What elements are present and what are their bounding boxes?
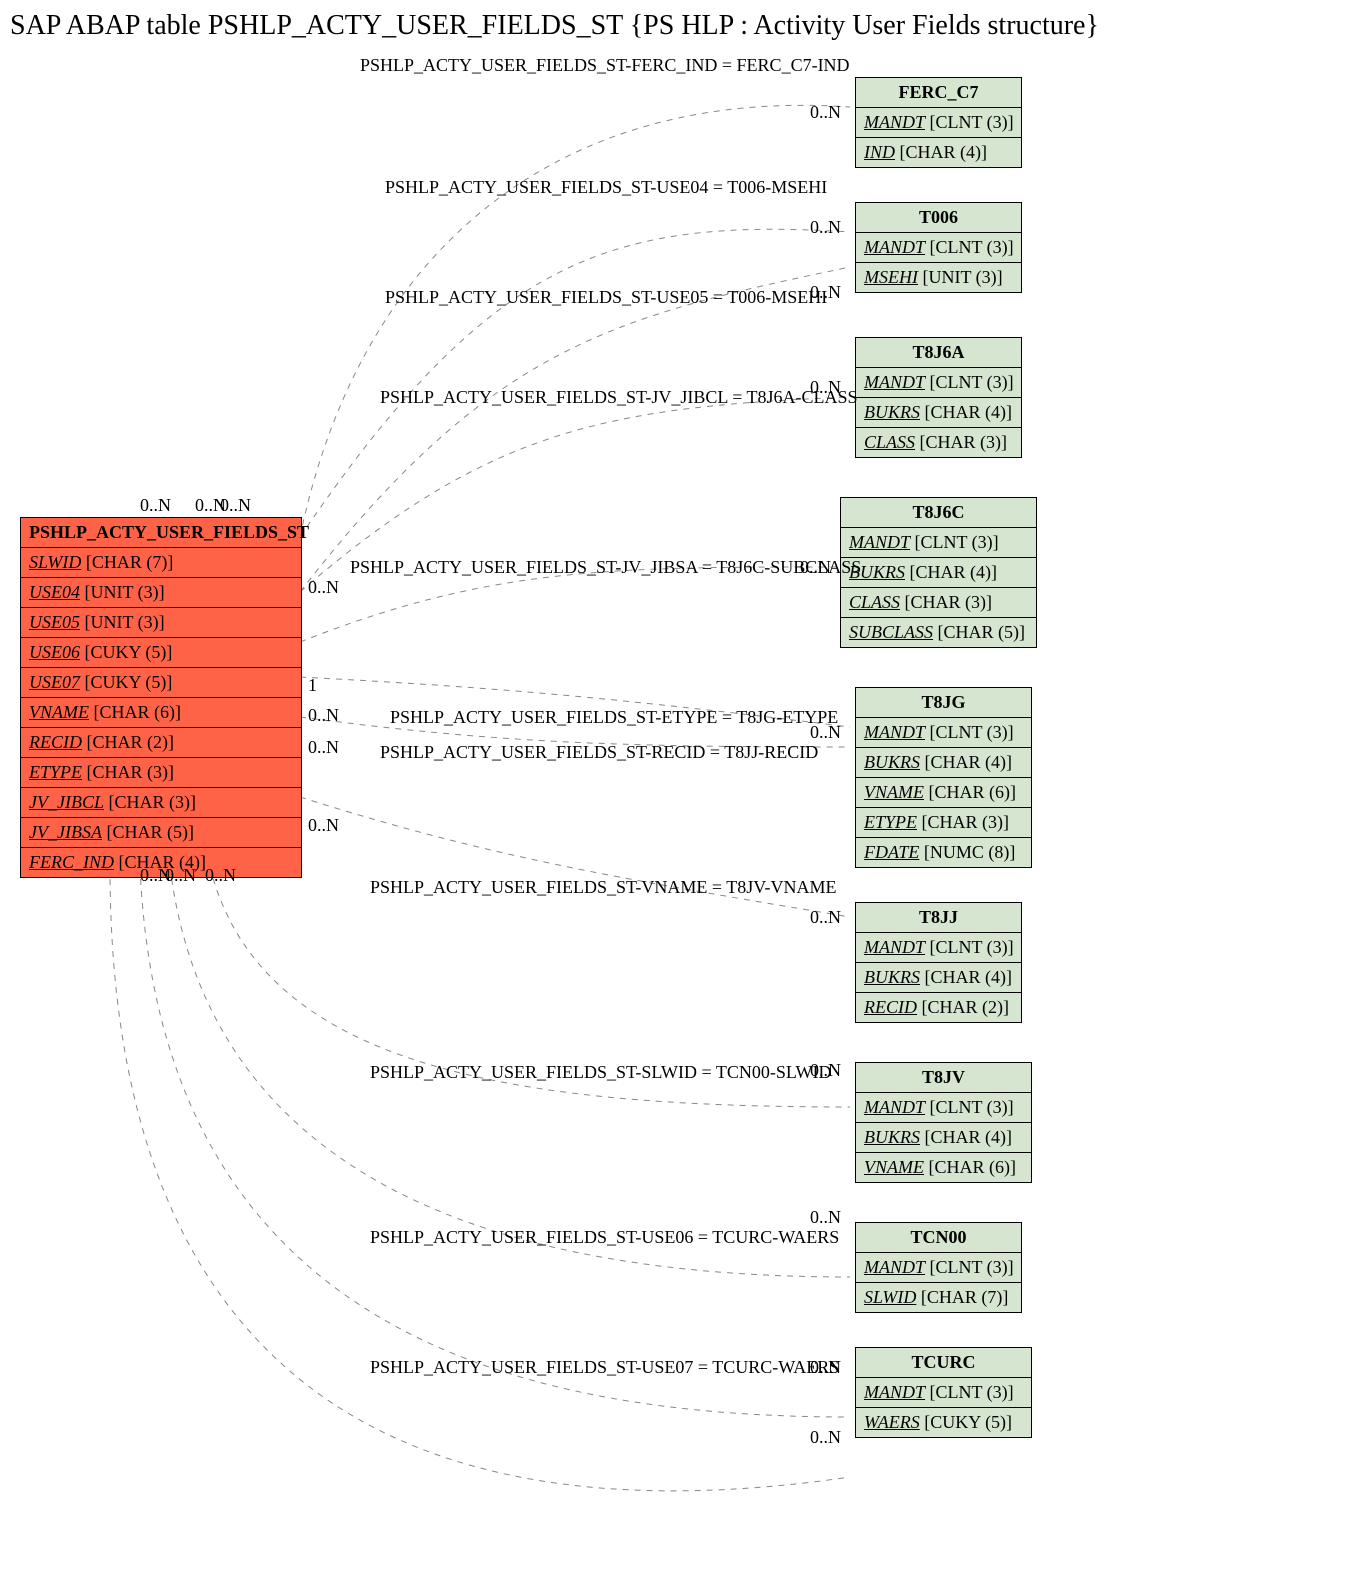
relation-label: PSHLP_ACTY_USER_FIELDS_ST-USE07 = TCURC-… (370, 1357, 839, 1378)
entity-t8jg: T8JG MANDT [CLNT (3)] BUKRS [CHAR (4)] V… (855, 687, 1032, 868)
field-row: MANDT [CLNT (3)] (856, 1378, 1031, 1408)
field-row: USE07 [CUKY (5)] (21, 668, 301, 698)
field-row: MANDT [CLNT (3)] (856, 1093, 1031, 1123)
cardinality: 0..N (810, 722, 841, 743)
field-row: BUKRS [CHAR (4)] (856, 748, 1031, 778)
field-row: MANDT [CLNT (3)] (856, 1253, 1021, 1283)
field-row: RECID [CHAR (2)] (856, 993, 1021, 1022)
page-title: SAP ABAP table PSHLP_ACTY_USER_FIELDS_ST… (10, 10, 1347, 42)
cardinality: 0..N (308, 815, 339, 836)
entity-header: TCURC (856, 1348, 1031, 1378)
field-row: USE06 [CUKY (5)] (21, 638, 301, 668)
relation-label: PSHLP_ACTY_USER_FIELDS_ST-JV_JIBCL = T8J… (380, 387, 858, 408)
entity-header: T8JG (856, 688, 1031, 718)
field-row: BUKRS [CHAR (4)] (856, 1123, 1031, 1153)
field-row: CLASS [CHAR (3)] (841, 588, 1036, 618)
field-row: BUKRS [CHAR (4)] (841, 558, 1036, 588)
relation-label: PSHLP_ACTY_USER_FIELDS_ST-JV_JIBSA = T8J… (350, 557, 861, 578)
entity-tcurc: TCURC MANDT [CLNT (3)] WAERS [CUKY (5)] (855, 1347, 1032, 1438)
entity-header: T006 (856, 203, 1021, 233)
field-row: BUKRS [CHAR (4)] (856, 963, 1021, 993)
field-row: FDATE [NUMC (8)] (856, 838, 1031, 867)
entity-t006: T006 MANDT [CLNT (3)] MSEHI [UNIT (3)] (855, 202, 1022, 293)
cardinality: 0..N (165, 865, 196, 886)
cardinality: 0..N (140, 495, 171, 516)
entity-t8jj: T8JJ MANDT [CLNT (3)] BUKRS [CHAR (4)] R… (855, 902, 1022, 1023)
cardinality: 0..N (810, 1357, 841, 1378)
entity-main-header: PSHLP_ACTY_USER_FIELDS_ST (21, 518, 301, 548)
relation-label: PSHLP_ACTY_USER_FIELDS_ST-SLWID = TCN00-… (370, 1062, 832, 1083)
field-row: USE04 [UNIT (3)] (21, 578, 301, 608)
cardinality: 0..N (810, 377, 841, 398)
field-row: WAERS [CUKY (5)] (856, 1408, 1031, 1437)
field-row: SLWID [CHAR (7)] (21, 548, 301, 578)
field-row: MANDT [CLNT (3)] (856, 233, 1021, 263)
field-row: MSEHI [UNIT (3)] (856, 263, 1021, 292)
field-row: SUBCLASS [CHAR (5)] (841, 618, 1036, 647)
cardinality: 0..N (800, 557, 831, 578)
entity-main: PSHLP_ACTY_USER_FIELDS_ST SLWID [CHAR (7… (20, 517, 302, 878)
cardinality: 0..N (205, 865, 236, 886)
field-row: BUKRS [CHAR (4)] (856, 398, 1021, 428)
cardinality: 0..N (308, 577, 339, 598)
entity-ferc-c7: FERC_C7 MANDT [CLNT (3)] IND [CHAR (4)] (855, 77, 1022, 168)
field-row: ETYPE [CHAR (3)] (21, 758, 301, 788)
cardinality: 0..N (810, 1060, 841, 1081)
entity-header: T8J6C (841, 498, 1036, 528)
relation-label: PSHLP_ACTY_USER_FIELDS_ST-USE06 = TCURC-… (370, 1227, 839, 1248)
field-row: SLWID [CHAR (7)] (856, 1283, 1021, 1312)
field-row: CLASS [CHAR (3)] (856, 428, 1021, 457)
entity-header: T8J6A (856, 338, 1021, 368)
cardinality: 0..N (220, 495, 251, 516)
cardinality: 0..N (308, 737, 339, 758)
entity-header: FERC_C7 (856, 78, 1021, 108)
entity-header: TCN00 (856, 1223, 1021, 1253)
cardinality: 1 (308, 675, 317, 696)
field-row: USE05 [UNIT (3)] (21, 608, 301, 638)
field-row: JV_JIBCL [CHAR (3)] (21, 788, 301, 818)
relation-label: PSHLP_ACTY_USER_FIELDS_ST-USE04 = T006-M… (385, 177, 827, 198)
field-row: MANDT [CLNT (3)] (841, 528, 1036, 558)
entity-tcn00: TCN00 MANDT [CLNT (3)] SLWID [CHAR (7)] (855, 1222, 1022, 1313)
relation-label: PSHLP_ACTY_USER_FIELDS_ST-VNAME = T8JV-V… (370, 877, 837, 898)
field-row: MANDT [CLNT (3)] (856, 108, 1021, 138)
field-row: RECID [CHAR (2)] (21, 728, 301, 758)
field-row: VNAME [CHAR (6)] (856, 1153, 1031, 1182)
entity-header: T8JJ (856, 903, 1021, 933)
relation-label: PSHLP_ACTY_USER_FIELDS_ST-RECID = T8JJ-R… (380, 742, 818, 763)
relation-label: PSHLP_ACTY_USER_FIELDS_ST-FERC_IND = FER… (360, 55, 850, 76)
cardinality: 0..N (810, 282, 841, 303)
field-row: MANDT [CLNT (3)] (856, 718, 1031, 748)
entity-t8j6c: T8J6C MANDT [CLNT (3)] BUKRS [CHAR (4)] … (840, 497, 1037, 648)
relation-label: PSHLP_ACTY_USER_FIELDS_ST-USE05 = T006-M… (385, 287, 827, 308)
cardinality: 0..N (810, 1427, 841, 1448)
field-row: MANDT [CLNT (3)] (856, 368, 1021, 398)
cardinality: 0..N (810, 907, 841, 928)
field-row: VNAME [CHAR (6)] (21, 698, 301, 728)
entity-header: T8JV (856, 1063, 1031, 1093)
field-row: VNAME [CHAR (6)] (856, 778, 1031, 808)
diagram-canvas: PSHLP_ACTY_USER_FIELDS_ST SLWID [CHAR (7… (10, 47, 1347, 1577)
field-row: IND [CHAR (4)] (856, 138, 1021, 167)
cardinality: 0..N (810, 217, 841, 238)
entity-t8jv: T8JV MANDT [CLNT (3)] BUKRS [CHAR (4)] V… (855, 1062, 1032, 1183)
relation-label: PSHLP_ACTY_USER_FIELDS_ST-ETYPE = T8JG-E… (390, 707, 838, 728)
cardinality: 0..N (308, 705, 339, 726)
field-row: JV_JIBSA [CHAR (5)] (21, 818, 301, 848)
field-row: MANDT [CLNT (3)] (856, 933, 1021, 963)
cardinality: 0..N (810, 1207, 841, 1228)
cardinality: 0..N (810, 102, 841, 123)
entity-t8j6a: T8J6A MANDT [CLNT (3)] BUKRS [CHAR (4)] … (855, 337, 1022, 458)
field-row: ETYPE [CHAR (3)] (856, 808, 1031, 838)
